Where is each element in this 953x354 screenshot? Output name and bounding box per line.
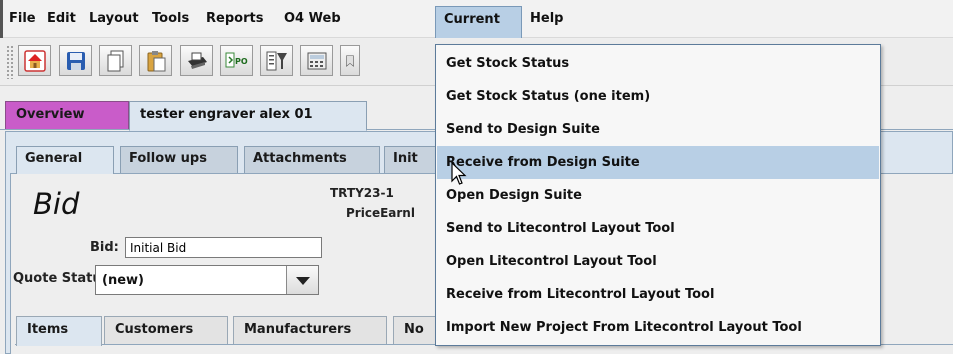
menu-tools[interactable]: Tools <box>152 11 189 26</box>
save-icon <box>66 51 85 70</box>
tab-overview[interactable]: Overview <box>5 101 129 129</box>
po-label: PO <box>235 57 248 66</box>
calculator-button[interactable] <box>300 45 333 76</box>
menu-reports[interactable]: Reports <box>206 11 263 26</box>
tab-attachments[interactable]: Attachments <box>244 146 380 173</box>
toolbar-grip[interactable] <box>6 45 14 79</box>
tab-follow-ups[interactable]: Follow ups <box>120 146 238 173</box>
price-label: PriceEarnl <box>346 206 415 220</box>
menu-file[interactable]: File <box>9 11 36 26</box>
filter-button[interactable] <box>260 45 293 76</box>
bookmark-icon <box>346 54 354 67</box>
chevron-down-icon[interactable] <box>286 266 318 294</box>
menu-bar: File Edit Layout Tools Reports O4 Web Cu… <box>0 0 953 38</box>
quote-status-value: (new) <box>102 273 144 288</box>
tab-general[interactable]: General <box>16 146 114 174</box>
menu-edit[interactable]: Edit <box>47 11 76 26</box>
menu-item-open-design-suite[interactable]: Open Design Suite <box>437 179 879 212</box>
tab-init[interactable]: Init <box>384 146 436 173</box>
bookmark-button[interactable] <box>340 45 360 76</box>
quote-status-select[interactable]: (new) <box>95 265 319 295</box>
menu-o4web[interactable]: O4 Web <box>284 11 341 26</box>
tab-customers[interactable]: Customers <box>104 316 228 344</box>
page-title: Bid <box>33 187 80 221</box>
tab-notes[interactable]: No <box>393 316 437 344</box>
menu-current[interactable]: Current <box>435 6 522 38</box>
menu-item-get-stock-status-one[interactable]: Get Stock Status (one item) <box>437 80 879 113</box>
menu-item-receive-from-design-suite[interactable]: Receive from Design Suite <box>437 146 879 179</box>
mouse-cursor-icon <box>451 162 467 185</box>
bid-name-field[interactable] <box>125 237 322 258</box>
tab-tester-engraver[interactable]: tester engraver alex 01 <box>129 101 367 131</box>
menu-layout[interactable]: Layout <box>89 11 139 26</box>
tab-items[interactable]: Items <box>16 316 102 346</box>
po-icon: PO <box>225 52 248 67</box>
copy-button[interactable] <box>99 45 132 76</box>
print-button[interactable] <box>180 45 213 76</box>
menu-item-open-litecontrol[interactable]: Open Litecontrol Layout Tool <box>437 245 879 278</box>
menu-item-import-new-project[interactable]: Import New Project From Litecontrol Layo… <box>437 311 879 344</box>
reference-number: TRTY23-1 <box>330 186 394 200</box>
menu-item-get-stock-status[interactable]: Get Stock Status <box>437 47 879 80</box>
tab-manufacturers[interactable]: Manufacturers <box>233 316 387 344</box>
home-icon <box>23 49 46 72</box>
purchase-order-button[interactable]: PO <box>220 45 253 76</box>
print-icon <box>187 52 207 69</box>
menu-item-send-to-litecontrol[interactable]: Send to Litecontrol Layout Tool <box>437 212 879 245</box>
paste-icon <box>147 50 165 71</box>
bid-label: Bid: <box>90 240 119 255</box>
current-menu-dropdown: Get Stock Status Get Stock Status (one i… <box>435 44 881 346</box>
menu-item-send-to-design-suite[interactable]: Send to Design Suite <box>437 113 879 146</box>
menu-current-label: Current <box>444 12 500 27</box>
filter-icon <box>266 51 287 70</box>
copy-icon <box>107 50 123 71</box>
menu-item-receive-from-litecontrol[interactable]: Receive from Litecontrol Layout Tool <box>437 278 879 311</box>
home-button[interactable] <box>18 45 51 76</box>
menu-help[interactable]: Help <box>530 11 563 26</box>
calculator-icon <box>307 52 326 69</box>
window-edge <box>0 0 3 38</box>
paste-button[interactable] <box>139 45 172 76</box>
save-button[interactable] <box>59 45 92 76</box>
